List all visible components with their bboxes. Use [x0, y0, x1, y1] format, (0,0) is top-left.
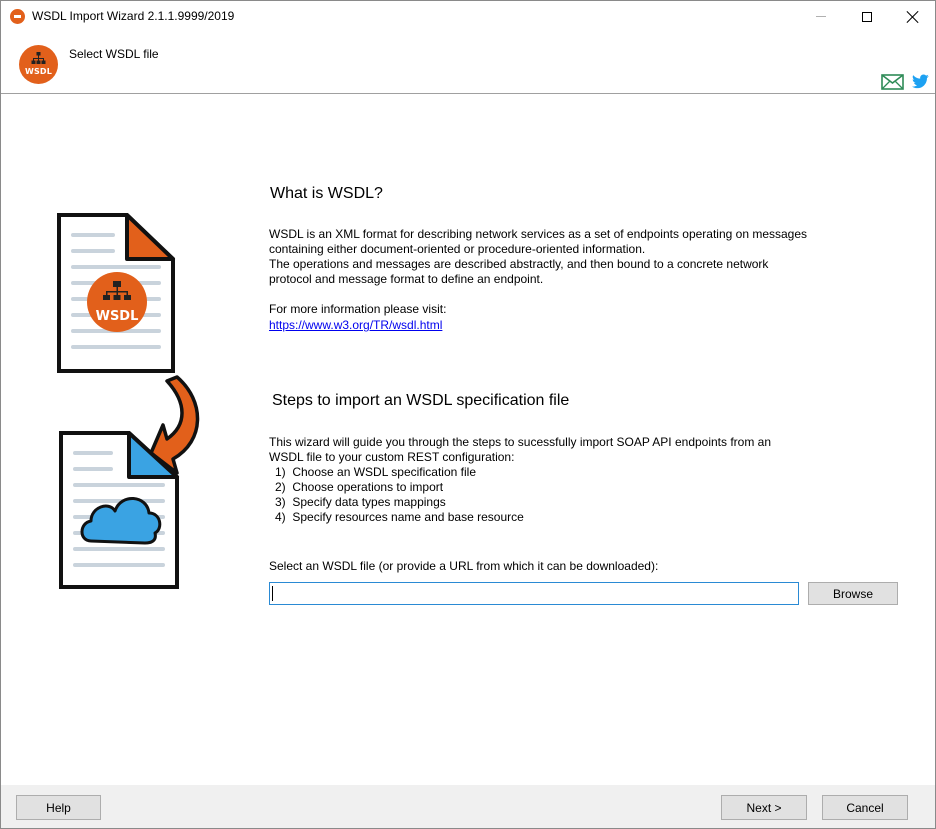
title-bar: WSDL Import Wizard 2.1.1.9999/2019	[1, 1, 935, 32]
step-text: Specify data types mappings	[292, 495, 446, 509]
close-icon	[907, 11, 919, 23]
step-number: 3)	[275, 495, 286, 509]
steps-heading: Steps to import an WSDL specification fi…	[272, 392, 570, 409]
step-item: 4) Specify resources name and base resou…	[275, 510, 524, 524]
what-line-1: WSDL is an XML format for describing net…	[269, 227, 808, 241]
step-item: 1) Choose an WSDL specification file	[275, 465, 476, 479]
file-select-label: Select an WSDL file (or provide a URL fr…	[269, 559, 659, 573]
step-text: Choose an WSDL specification file	[292, 465, 476, 479]
page-title: Select WSDL file	[69, 47, 159, 61]
steps-intro-line-2: WSDL file to your custom REST configurat…	[269, 450, 515, 464]
step-number: 2)	[275, 480, 286, 494]
maximize-button[interactable]	[844, 1, 890, 32]
text-caret	[272, 586, 273, 601]
wsdl-illustration: WSDL	[57, 213, 200, 589]
illustration-badge-text: WSDL	[96, 309, 139, 324]
minimize-button[interactable]	[798, 1, 844, 32]
wizard-header: WSDL Select WSDL file	[1, 32, 935, 94]
wsdl-document-icon: WSDL	[57, 213, 175, 373]
minimize-icon	[816, 16, 826, 17]
cancel-button[interactable]: Cancel	[822, 795, 908, 820]
help-button[interactable]: Help	[16, 795, 101, 820]
logo-text: WSDL	[24, 67, 53, 76]
wsdl-file-input[interactable]	[269, 582, 799, 605]
close-button[interactable]	[890, 1, 936, 32]
step-item: 2) Choose operations to import	[275, 480, 443, 494]
what-line-4: protocol and message format to define an…	[269, 272, 544, 286]
what-line-3: The operations and messages are describe…	[269, 257, 769, 271]
step-number: 1)	[275, 465, 286, 479]
sitemap-icon	[31, 52, 46, 64]
mail-icon[interactable]	[881, 74, 904, 90]
what-line-2: containing either document-oriented or p…	[269, 242, 646, 256]
more-info-text: For more information please visit:	[269, 302, 447, 316]
app-icon	[10, 9, 25, 24]
next-button[interactable]: Next >	[721, 795, 807, 820]
twitter-icon[interactable]	[912, 74, 929, 89]
steps-intro-line-1: This wizard will guide you through the s…	[269, 435, 772, 449]
step-item: 3) Specify data types mappings	[275, 495, 446, 509]
window-title: WSDL Import Wizard 2.1.1.9999/2019	[32, 9, 235, 23]
wsdl-logo: WSDL	[19, 45, 58, 84]
step-number: 4)	[275, 510, 286, 524]
step-text: Choose operations to import	[292, 480, 444, 494]
maximize-icon	[862, 11, 872, 22]
browse-button[interactable]: Browse	[808, 582, 898, 605]
wizard-footer: Help Next > Cancel	[1, 785, 935, 828]
w3-wsdl-link[interactable]: https://www.w3.org/TR/wsdl.html	[269, 318, 442, 332]
step-text: Specify resources name and base resource	[292, 510, 524, 524]
what-is-wsdl-heading: What is WSDL?	[270, 185, 383, 202]
wizard-window: WSDL Import Wizard 2.1.1.9999/2019 WSDL …	[0, 0, 936, 829]
